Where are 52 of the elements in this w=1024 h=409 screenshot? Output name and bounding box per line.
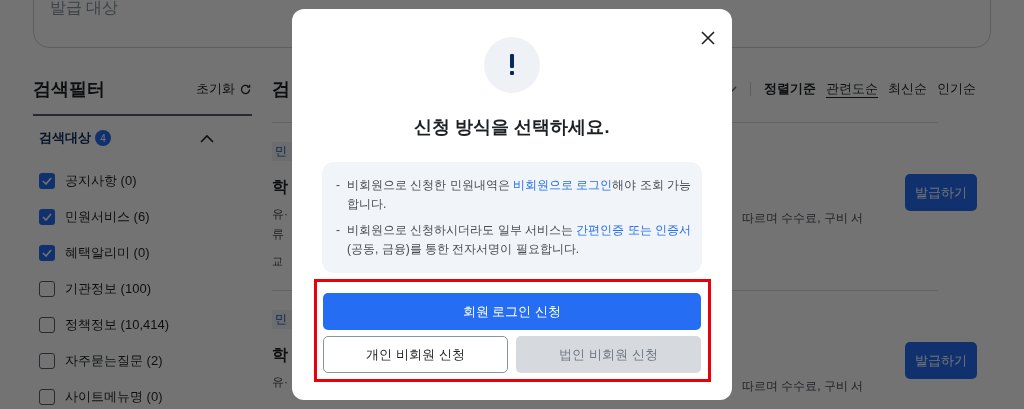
category-tag: 민 — [272, 310, 292, 329]
close-icon[interactable] — [701, 31, 715, 45]
meta-text: 교 — [272, 254, 284, 269]
count-badge: 4 — [95, 130, 111, 146]
reset-button[interactable]: 초기화 — [196, 79, 252, 99]
note-link[interactable]: 간편인증 또는 인증서 — [576, 223, 691, 237]
description-text: 따르며 수수료, 구비 서 — [742, 378, 865, 395]
sort-option[interactable]: 최신순 — [888, 79, 927, 99]
description-text: 유· — [272, 374, 289, 391]
note-text: 비회원으로 신청한 민원내역은 비회원으로 로그인해야 조회 가능 합니다. — [347, 177, 693, 213]
checkbox-label[interactable]: 공지사항 (0) — [65, 171, 137, 191]
checkbox-label[interactable]: 정책정보 (10,414) — [65, 315, 170, 335]
checkmark-icon — [42, 177, 52, 185]
checkbox[interactable] — [39, 317, 55, 333]
checkbox-label[interactable]: 기관정보 (100) — [65, 279, 151, 299]
dialog-title: 신청 방식을 선택하세요. — [414, 116, 610, 139]
bullet-mark: - — [336, 177, 340, 194]
apply-button[interactable]: 개인 비회원 신청 — [323, 336, 508, 373]
result-title: 학 — [272, 177, 289, 197]
description-text: 류 — [272, 226, 285, 243]
checkbox[interactable] — [39, 209, 55, 225]
chevron-up-icon — [200, 133, 214, 143]
sort-option[interactable]: 인기순 — [937, 79, 976, 99]
section-toggle[interactable] — [200, 133, 214, 143]
note-text: 비회원으로 신청하시더라도 일부 서비스는 간편인증 또는 인증서 (공동, 금융)를 통한 전자서명이 필요합니다. — [347, 222, 692, 258]
checkbox[interactable] — [39, 353, 55, 369]
bullet-mark: - — [336, 222, 340, 239]
result-title: 학 — [272, 345, 289, 365]
issue-button[interactable]: 발급하기 — [905, 342, 977, 379]
alert-icon — [484, 37, 540, 93]
sort-label: 정렬기준 — [764, 80, 816, 99]
checkbox-label[interactable]: 사이트메뉴명 (0) — [65, 387, 163, 407]
checkbox[interactable] — [39, 389, 55, 405]
checkbox-label[interactable]: 혜택알리미 (0) — [65, 243, 150, 263]
checkmark-icon — [42, 249, 52, 257]
description-text: 유· — [272, 206, 289, 223]
checkmark-icon — [42, 213, 52, 221]
refresh-icon — [239, 82, 252, 96]
results-heading: 검 — [272, 77, 290, 101]
checkbox-label[interactable]: 민원서비스 (6) — [65, 207, 150, 227]
issue-button[interactable]: 발급하기 — [905, 174, 977, 211]
apply-button[interactable]: 회원 로그인 신청 — [323, 293, 701, 330]
sort-option[interactable]: 관련도순 — [826, 79, 878, 99]
checkbox[interactable] — [39, 245, 55, 261]
note-link[interactable]: 비회원으로 로그인 — [513, 178, 613, 192]
section-title: 검색대상 — [39, 129, 91, 148]
checkbox-label[interactable]: 자주묻는질문 (2) — [65, 351, 163, 371]
category-tag: 민 — [272, 142, 292, 161]
description-text: 따르며 수수료, 구비 서 — [742, 210, 865, 227]
checkbox[interactable] — [39, 173, 55, 189]
filter-title: 검색필터 — [33, 77, 105, 101]
checkbox[interactable] — [39, 281, 55, 297]
